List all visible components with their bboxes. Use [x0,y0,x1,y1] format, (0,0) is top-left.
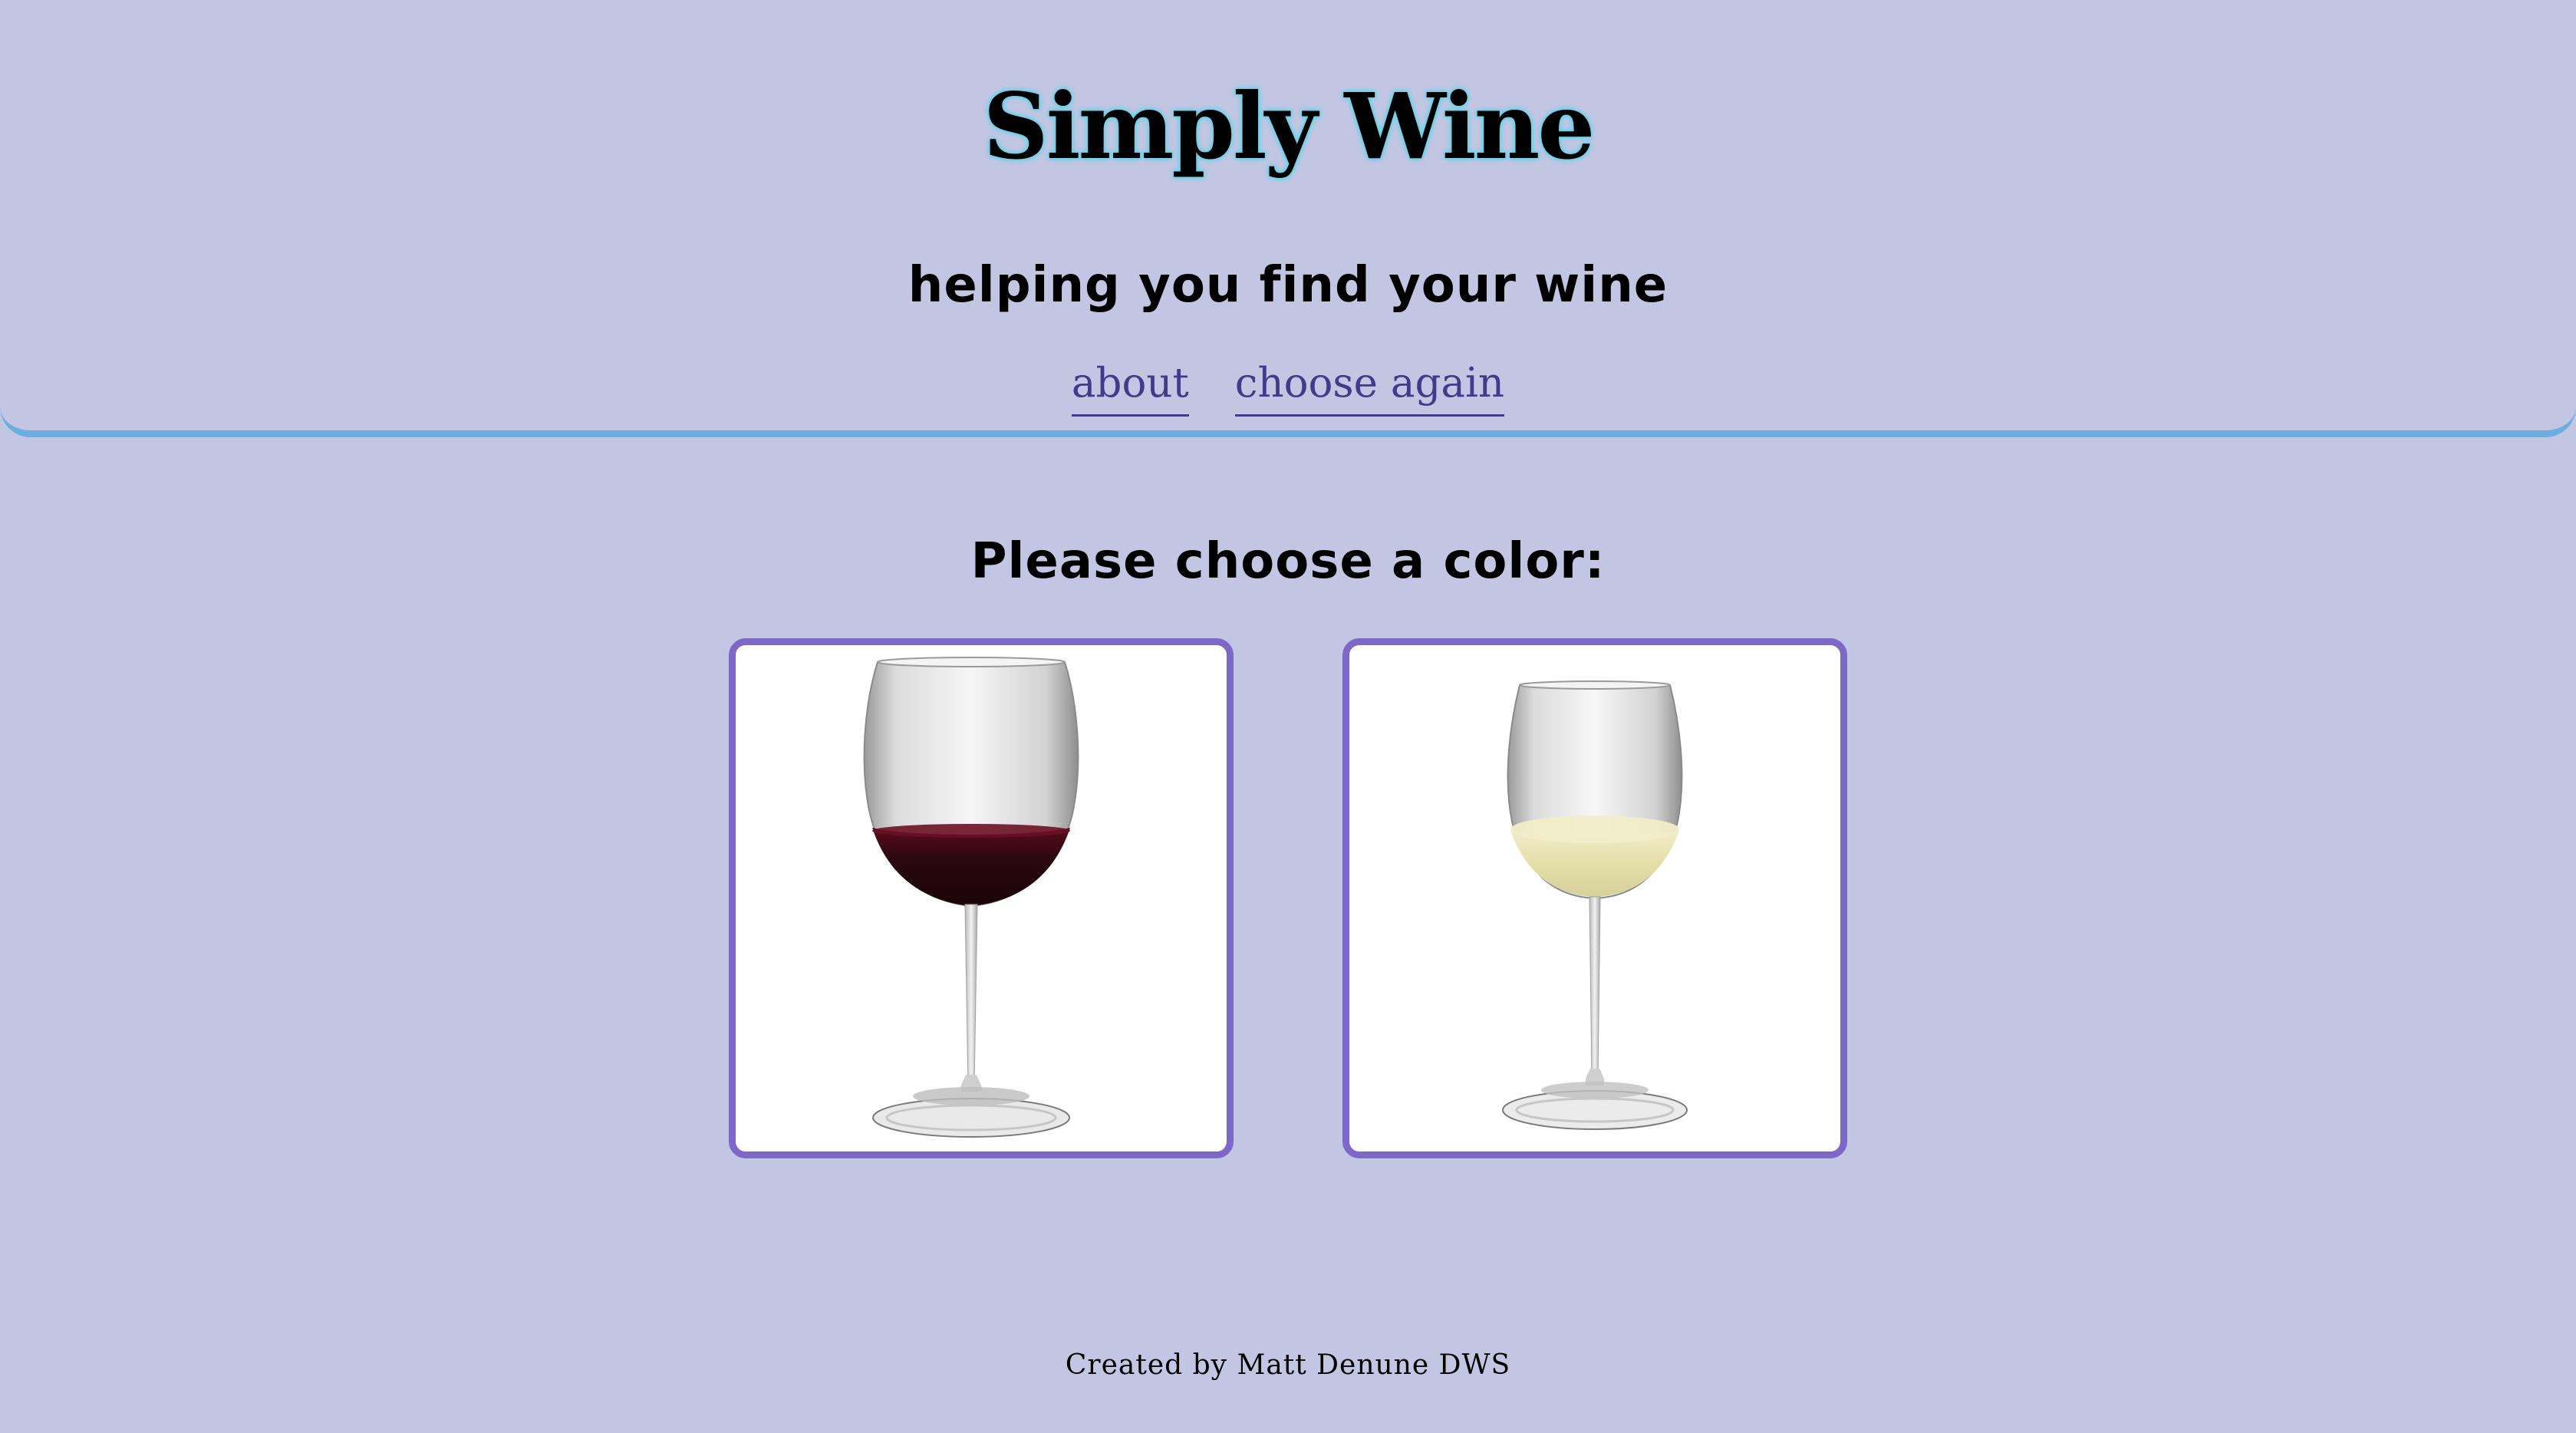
site-header: Simply Wine helping you find your wine a… [0,0,2576,437]
choose-color-prompt: Please choose a color: [970,533,1606,590]
footer-credit: Created by Matt Denune DWS [1065,1349,1511,1381]
site-title: Simply Wine [983,73,1595,180]
tagline: helping you find your wine [908,257,1668,314]
nav-link-choose-again[interactable]: choose again [1234,353,1505,417]
red-wine-choice[interactable] [729,638,1234,1158]
white-wine-choice[interactable] [1342,638,1847,1158]
nav-bar: about choose again [0,353,2576,417]
nav-link-about[interactable]: about [1071,353,1189,417]
red-wine-glass-image [863,657,1079,1138]
white-wine-glass-image [1502,680,1688,1130]
